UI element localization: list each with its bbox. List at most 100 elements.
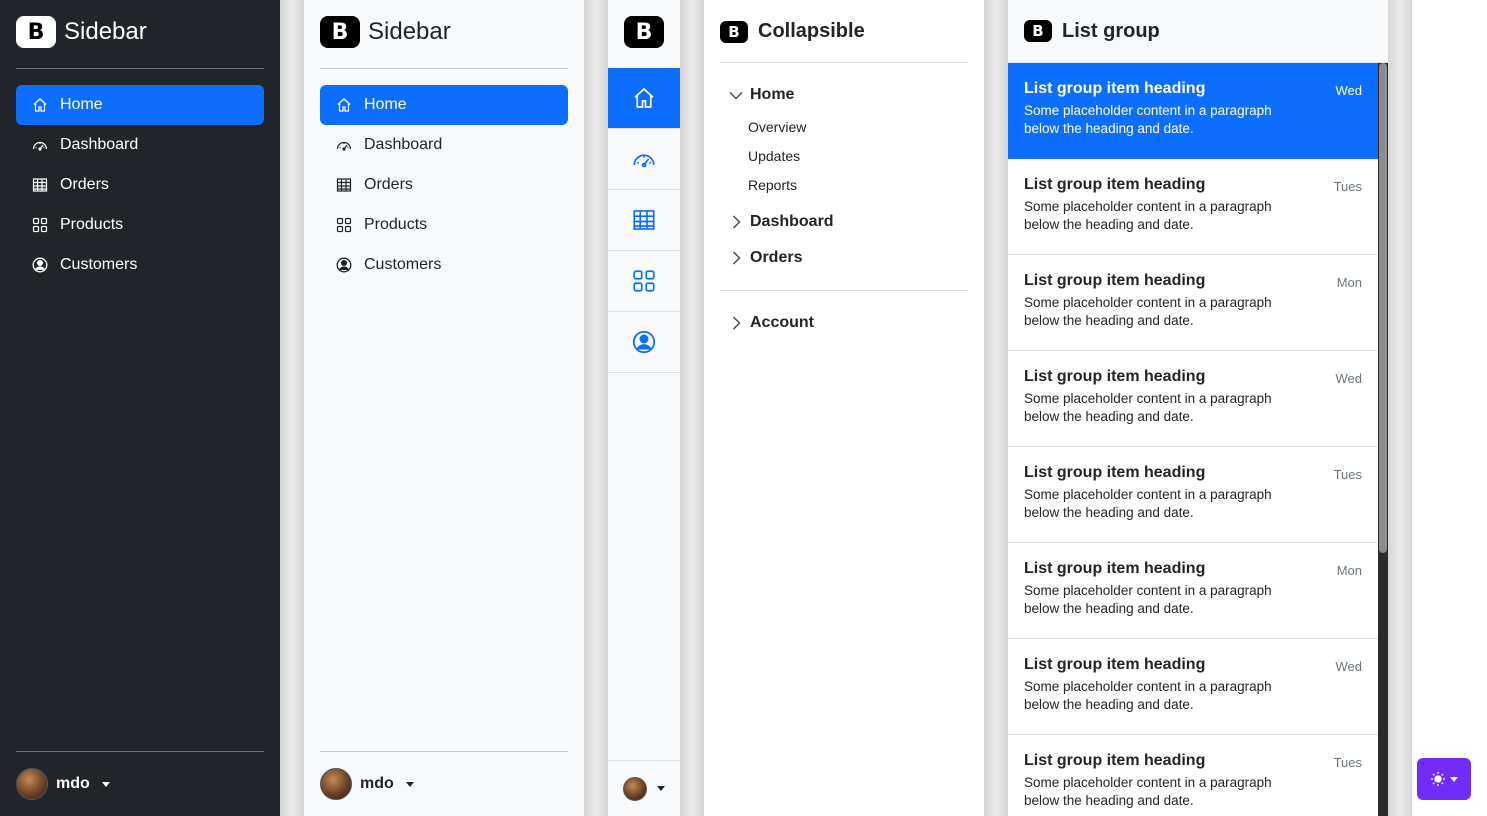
avatar [623, 776, 647, 801]
sidebar-brand[interactable]: B Sidebar [320, 16, 451, 48]
collapse-dashboard-toggle[interactable]: Dashboard [728, 213, 834, 231]
item-text: Some placeholder content in a paragraph … [1024, 391, 1272, 424]
list-group-panel: B List group List group item heading Wed… [1008, 0, 1388, 816]
table-icon [32, 177, 48, 193]
sidebar-brand[interactable]: B Sidebar [16, 16, 147, 48]
bootstrap-logo-icon: B [320, 16, 360, 48]
speedometer-icon [336, 137, 352, 153]
collapse-label: Dashboard [750, 213, 834, 230]
bootstrap-logo-icon: B [1024, 20, 1052, 42]
icon-nav-orders[interactable] [608, 190, 680, 251]
item-heading: List group item heading [1024, 80, 1206, 97]
sun-icon [1430, 771, 1446, 787]
scrollbar-thumb[interactable] [1379, 63, 1387, 553]
icon-sidebar: B [608, 0, 680, 816]
collapse-link-overview[interactable]: Overview [748, 119, 806, 135]
caret-down-icon [101, 781, 110, 787]
divider [720, 290, 968, 291]
divider [16, 751, 264, 752]
user-menu[interactable]: mdo [16, 768, 110, 800]
avatar [320, 768, 352, 800]
icon-nav-customers[interactable] [608, 312, 680, 373]
icon-nav-dashboard[interactable] [608, 129, 680, 190]
icon-nav [608, 68, 680, 373]
avatar [16, 768, 48, 800]
item-date: Tues [1333, 467, 1362, 482]
item-heading: List group item heading [1024, 464, 1206, 481]
list-scrollbar[interactable] [1378, 63, 1388, 816]
user-menu[interactable]: mdo [320, 768, 414, 800]
caret-down-icon [1450, 776, 1458, 782]
bootstrap-logo-icon: B [720, 20, 748, 43]
list-group-item[interactable]: List group item heading Mon Some placeho… [1008, 255, 1378, 351]
chevron-right-icon [728, 250, 744, 266]
sidebar-item-label: Dashboard [60, 136, 139, 153]
list-group-item[interactable]: List group item heading Tues Some placeh… [1008, 159, 1378, 255]
username: mdo [56, 775, 90, 792]
sidebar-brand[interactable]: B Collapsible [720, 20, 865, 43]
list-group: List group item heading Wed Some placeho… [1008, 63, 1378, 816]
collapse-orders-toggle[interactable]: Orders [728, 249, 802, 267]
home-icon [632, 86, 656, 110]
item-date: Mon [1336, 275, 1362, 290]
person-circle-icon [336, 257, 352, 273]
sidebar-item-home[interactable]: Home [16, 85, 264, 125]
speedometer-icon [32, 137, 48, 153]
sidebar-item-dashboard[interactable]: Dashboard [16, 125, 264, 165]
collapse-home-toggle[interactable]: Home [728, 86, 794, 104]
table-icon [632, 208, 656, 232]
collapse-label: Orders [750, 249, 803, 266]
item-text: Some placeholder content in a paragraph … [1024, 487, 1272, 520]
list-group-item[interactable]: List group item heading Wed Some placeho… [1008, 63, 1378, 159]
sidebar-item-label: Products [364, 216, 428, 233]
sidebar-item-label: Customers [364, 256, 442, 273]
home-icon [336, 97, 352, 113]
sidebar-item-dashboard[interactable]: Dashboard [320, 125, 568, 165]
collapse-link-reports[interactable]: Reports [748, 177, 797, 193]
sidebar-item-products[interactable]: Products [16, 205, 264, 245]
chevron-right-icon [728, 214, 744, 230]
icon-nav-products[interactable] [608, 251, 680, 312]
sidebar-nav: Home Dashboard Orders Products Customers [16, 85, 264, 285]
user-menu[interactable] [608, 760, 680, 816]
sidebar-item-label: Orders [364, 176, 413, 193]
grid-icon [336, 217, 352, 233]
sidebar-item-label: Home [364, 96, 407, 113]
sidebar-nav: Home Dashboard Orders Products Customers [320, 85, 568, 285]
sidebar-item-customers[interactable]: Customers [320, 245, 568, 285]
list-group-item[interactable]: List group item heading Mon Some placeho… [1008, 543, 1378, 639]
item-date: Wed [1335, 371, 1363, 386]
collapse-link-updates[interactable]: Updates [748, 148, 800, 164]
theme-toggle-button[interactable] [1417, 758, 1471, 800]
panel-divider [584, 0, 608, 816]
icon-nav-home[interactable] [608, 68, 680, 129]
bootstrap-logo-icon: B [16, 16, 56, 48]
list-group-title: List group [1062, 19, 1160, 42]
list-group-item[interactable]: List group item heading Wed Some placeho… [1008, 351, 1378, 447]
sidebar-brand[interactable]: B [624, 16, 664, 48]
item-date: Tues [1333, 179, 1362, 194]
dark-sidebar: B Sidebar Home Dashboard Orders Products… [0, 0, 280, 816]
grid-icon [632, 269, 656, 293]
divider [320, 68, 568, 69]
caret-down-icon [657, 786, 665, 791]
list-group-item[interactable]: List group item heading Tues Some placeh… [1008, 447, 1378, 543]
sidebar-item-customers[interactable]: Customers [16, 245, 264, 285]
chevron-down-icon [728, 87, 744, 103]
list-group-item[interactable]: List group item heading Tues Some placeh… [1008, 735, 1378, 816]
divider [320, 751, 568, 752]
collapse-account-toggle[interactable]: Account [728, 314, 814, 332]
sidebar-item-label: Dashboard [364, 136, 443, 153]
sidebar-item-label: Home [60, 96, 103, 113]
divider [720, 62, 968, 63]
list-group-item[interactable]: List group item heading Wed Some placeho… [1008, 639, 1378, 735]
home-icon [32, 97, 48, 113]
item-text: Some placeholder content in a paragraph … [1024, 295, 1272, 328]
sidebar-item-orders[interactable]: Orders [320, 165, 568, 205]
sidebar-item-home[interactable]: Home [320, 85, 568, 125]
panel-divider [1388, 0, 1412, 816]
sidebar-item-orders[interactable]: Orders [16, 165, 264, 205]
list-group-header[interactable]: B List group [1008, 0, 1388, 63]
sidebar-item-label: Products [60, 216, 124, 233]
sidebar-item-products[interactable]: Products [320, 205, 568, 245]
